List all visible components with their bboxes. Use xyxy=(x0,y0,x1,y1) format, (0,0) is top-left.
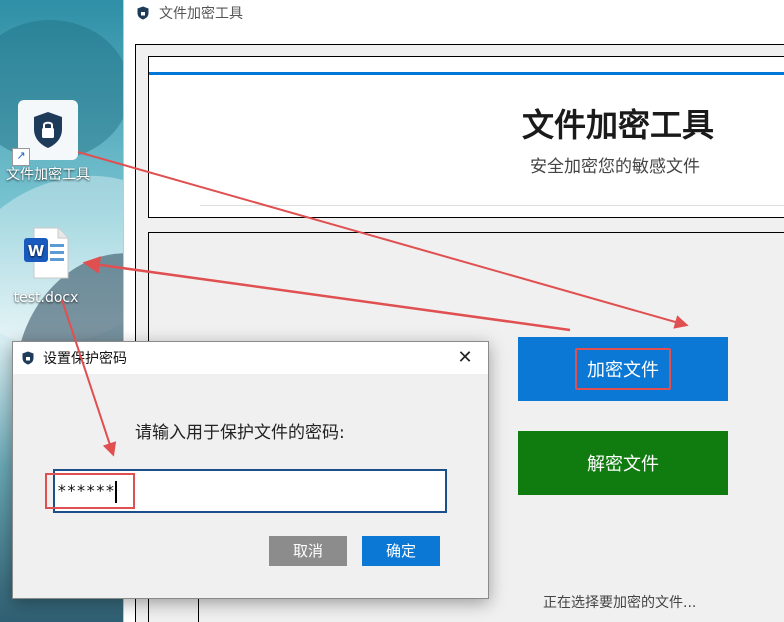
status-text: 正在选择要加密的文件... xyxy=(543,595,697,611)
shield-icon xyxy=(137,6,149,20)
word-document-icon: W xyxy=(22,226,70,280)
close-icon[interactable]: ✕ xyxy=(454,347,476,369)
password-dialog: 设置保护密码 ✕ 请输入用于保护文件的密码: ****** 取消 确定 xyxy=(12,341,489,599)
header-divider xyxy=(200,205,784,206)
dialog-titlebar[interactable]: 设置保护密码 ✕ xyxy=(13,342,488,374)
cancel-button[interactable]: 取消 xyxy=(269,536,347,566)
app-window-title: 文件加密工具 xyxy=(159,6,243,22)
decrypt-file-button[interactable]: 解密文件 xyxy=(518,431,728,495)
desktop-icon-encrypt-tool[interactable]: ↗ 文件加密工具 xyxy=(0,100,96,184)
header-accent-bar xyxy=(149,72,784,75)
decrypt-file-label: 解密文件 xyxy=(587,454,659,475)
annotation-highlight xyxy=(45,473,135,509)
desktop-icon-label: test.docx xyxy=(13,290,79,306)
shortcut-arrow-icon: ↗ xyxy=(12,148,30,166)
password-input[interactable]: ****** xyxy=(45,469,447,513)
page-title: 文件加密工具 xyxy=(522,106,715,144)
desktop-icon-label: 文件加密工具 xyxy=(6,167,90,183)
encrypt-file-button[interactable]: 加密文件 xyxy=(518,337,728,401)
page-subtitle: 安全加密您的敏感文件 xyxy=(530,157,700,177)
desktop-icon-test-docx[interactable]: W test.docx xyxy=(0,226,92,306)
password-prompt: 请输入用于保护文件的密码: xyxy=(135,423,345,443)
encrypt-file-label: 加密文件 xyxy=(575,348,671,390)
app-titlebar[interactable]: 文件加密工具 xyxy=(124,0,784,26)
svg-text:W: W xyxy=(28,242,45,260)
ok-button[interactable]: 确定 xyxy=(362,536,440,566)
dialog-title: 设置保护密码 xyxy=(43,351,127,367)
shield-lock-icon: ↗ xyxy=(12,100,78,166)
shield-icon xyxy=(22,351,34,365)
